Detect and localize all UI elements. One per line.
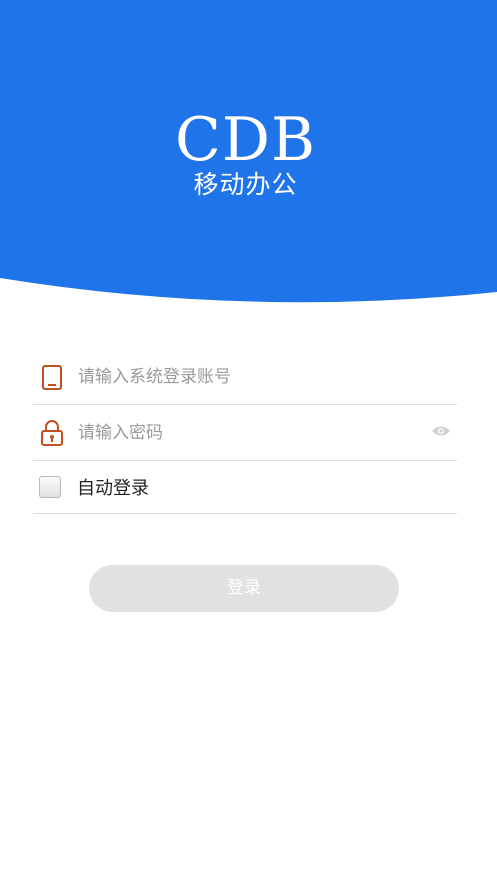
login-form: 自动登录 <box>33 349 457 514</box>
lock-icon <box>41 419 63 446</box>
brand-title: CDB <box>174 105 317 175</box>
app-logo: CDB 移动办公 <box>0 108 497 200</box>
phone-icon <box>42 364 62 390</box>
brand-subtitle: 移动办公 <box>193 170 298 199</box>
eye-icon[interactable] <box>431 424 451 438</box>
header-banner: CDB 移动办公 <box>0 0 497 310</box>
login-button[interactable]: 登录 <box>89 565 399 612</box>
auto-login-checkbox[interactable] <box>39 476 61 498</box>
account-row <box>33 349 457 405</box>
auto-login-label: 自动登录 <box>77 478 149 499</box>
auto-login-row: 自动登录 <box>33 461 457 514</box>
account-input[interactable] <box>78 366 408 387</box>
password-row <box>33 405 457 461</box>
password-input[interactable] <box>78 422 408 443</box>
